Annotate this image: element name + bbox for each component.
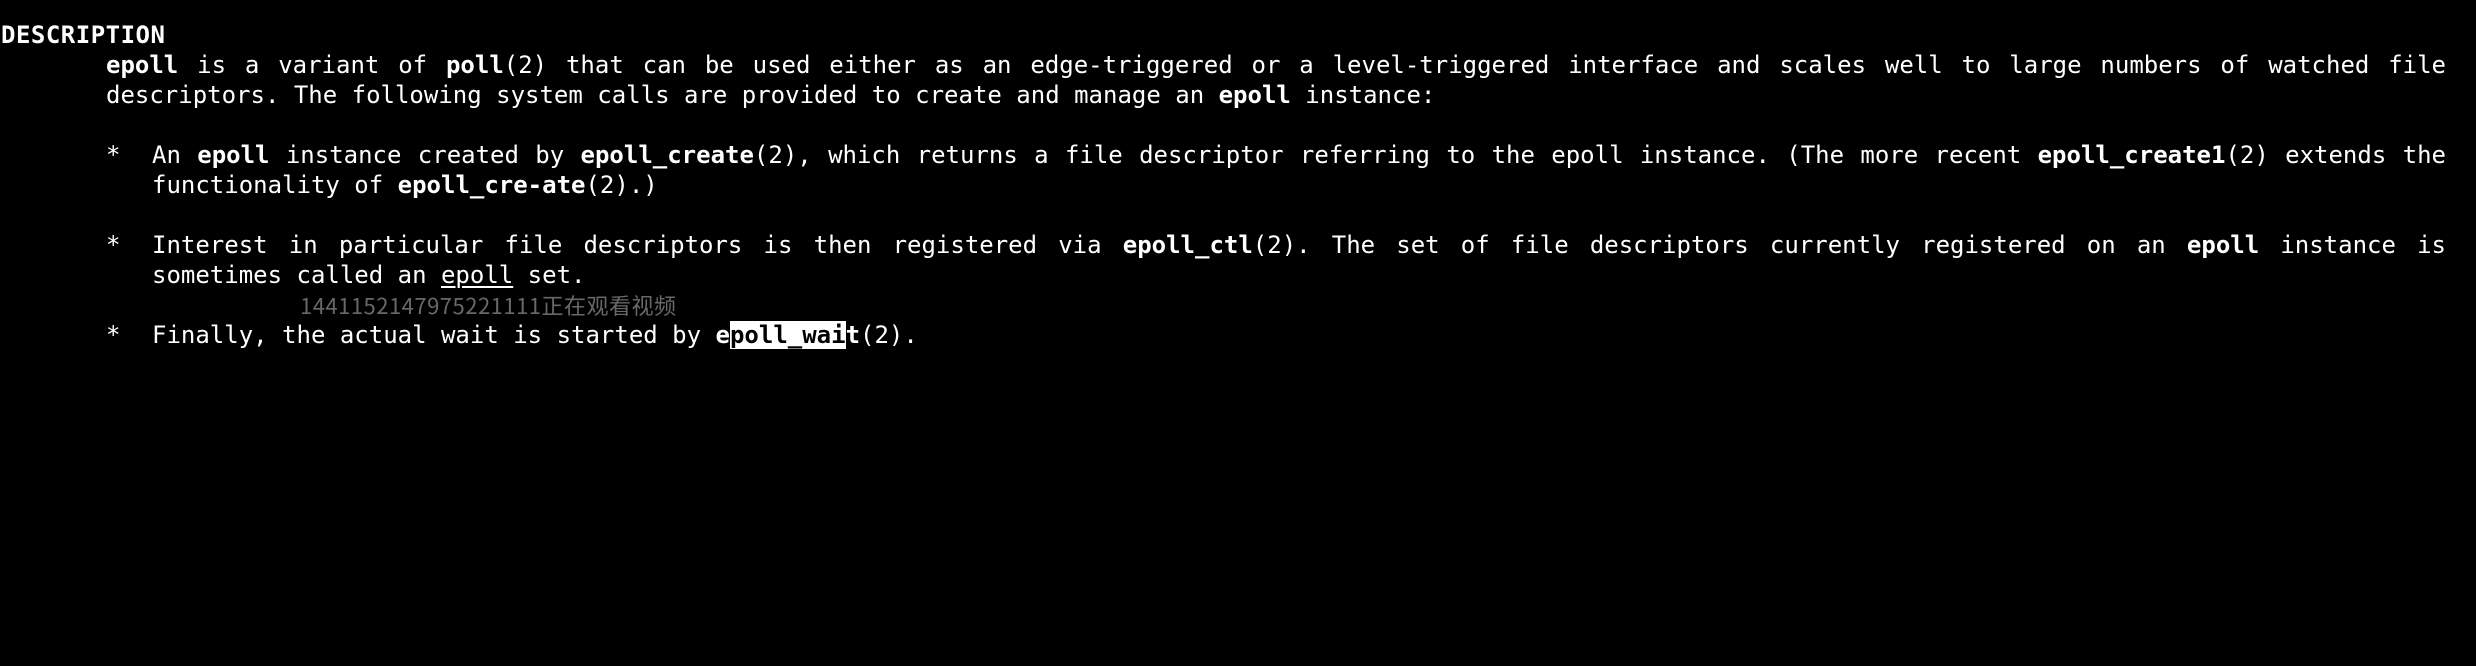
ref-poll: poll [446,51,504,79]
term-epoll: epoll [106,51,178,79]
term-epoll-underline: epoll [441,261,513,289]
manpage-viewport[interactable]: DESCRIPTION epoll is a variant of poll(2… [0,0,2476,666]
ref-epoll-create: epoll_create [581,141,754,169]
section-header-description: DESCRIPTION [0,20,2476,50]
term-epoll: epoll [197,141,269,169]
text-selection: poll_wai [730,321,846,349]
ref-epoll-ctl: epoll_ctl [1123,231,1253,259]
ref-epoll-create-hyphen: epoll_cre‐ate [398,171,586,199]
intro-paragraph: epoll is a variant of poll(2) that can b… [106,50,2446,110]
ref-epoll-create1: epoll_create1 [2038,141,2226,169]
bullet-item: An epoll instance created by epoll_creat… [106,140,2446,200]
section-body: epoll is a variant of poll(2) that can b… [0,50,2476,350]
term-epoll: epoll [2187,231,2259,259]
bullet-item: Interest in particular file descriptors … [106,230,2446,290]
term-epoll: epoll [1219,81,1291,109]
ref-epoll-wait: epoll_wait [716,321,861,349]
bullet-item: Finally, the actual wait is started by e… [106,320,2446,350]
